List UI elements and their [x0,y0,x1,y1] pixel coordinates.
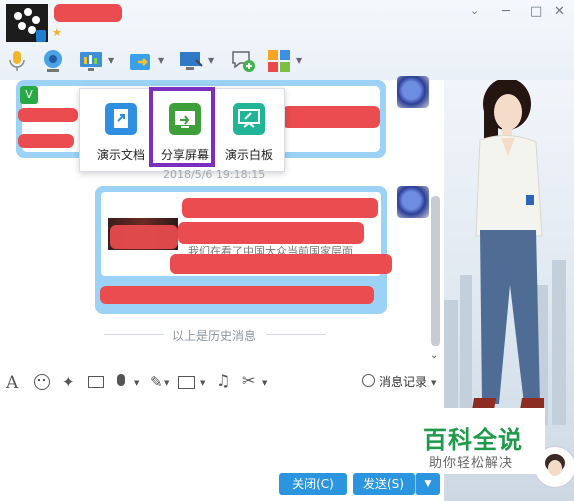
chevron-down-icon[interactable]: ▼ [262,379,267,387]
present-whiteboard-label: 演示白板 [224,148,273,162]
magic-icon[interactable]: ✦ [62,373,75,391]
close-button[interactable]: 关闭(C) [279,473,347,495]
chevron-down-icon[interactable]: ▼ [431,379,436,387]
voice-call-icon[interactable] [4,48,30,74]
expand-icon[interactable]: ⌄ [470,4,479,17]
redacted-text [170,254,392,274]
chevron-down-icon[interactable]: ▼ [134,379,139,387]
present-whiteboard-item[interactable]: 演示白板 [216,103,282,163]
divider [104,334,164,335]
redacted-text [178,222,364,244]
chevron-down-icon[interactable]: ▼ [108,56,114,65]
chevron-down-icon[interactable]: ▼ [208,56,214,65]
sender-avatar[interactable] [397,186,429,218]
video-call-icon[interactable] [40,48,66,74]
redacted-text [18,108,78,122]
emoji-icon[interactable] [34,374,50,390]
redacted-text [110,225,178,249]
font-icon[interactable]: A [6,373,18,393]
screenshot-icon[interactable] [88,376,104,388]
watermark-title: 百科全说 [423,426,523,454]
send-button[interactable]: 发送(S) [353,473,415,495]
redacted-text [18,134,74,148]
highlight-box [149,87,215,167]
redacted-text [182,198,378,218]
history-label: 以上是历史消息 [172,329,257,343]
chevron-down-icon[interactable]: ▼ [164,379,169,387]
contact-avatar[interactable] [6,4,48,42]
send-file-icon[interactable] [128,48,154,74]
verified-icon: V [20,86,38,104]
message-timestamp: 2018/5/6 19:18:15 [163,168,266,181]
close-window-button[interactable]: ✕ [554,4,565,19]
maximize-button[interactable]: □ [530,4,542,19]
message-history-button[interactable]: 消息记录 [379,373,427,390]
app-center-icon[interactable] [266,48,292,74]
clock-icon [362,374,375,387]
minimize-button[interactable]: ─ [502,4,510,19]
send-options-chevron-icon[interactable]: ▼ [415,473,440,495]
remote-desktop-icon[interactable] [178,48,204,74]
contact-name-redacted [54,4,122,22]
sender-avatar[interactable] [397,76,429,108]
create-discussion-icon[interactable] [230,48,256,74]
baike-watermark: 百科全说 助你轻松解决 [405,408,545,474]
watermark-subtitle: 助你轻松解决 [429,456,514,471]
present-document-icon [105,103,137,135]
image-icon[interactable] [178,376,195,389]
redacted-text [282,106,380,128]
present-document-item[interactable]: 演示文档 [88,103,154,163]
chevron-down-icon[interactable]: ▼ [296,56,302,65]
scissors-icon[interactable]: ✂ [242,371,255,390]
pen-icon[interactable]: ✎ [150,373,163,391]
star-icon: ★ [52,26,62,39]
chevron-down-icon[interactable]: ▼ [158,56,164,65]
redacted-text [100,286,374,304]
scroll-down-icon[interactable]: ⌄ [430,350,438,361]
voice-message-icon[interactable] [117,374,125,386]
chat-scrollbar[interactable] [431,196,440,346]
whiteboard-icon [233,103,265,135]
remote-demo-icon[interactable] [78,48,104,74]
music-icon[interactable]: ♫ [216,371,230,390]
chevron-down-icon[interactable]: ▼ [200,379,205,387]
present-document-label: 演示文档 [96,148,145,162]
divider [266,334,326,335]
